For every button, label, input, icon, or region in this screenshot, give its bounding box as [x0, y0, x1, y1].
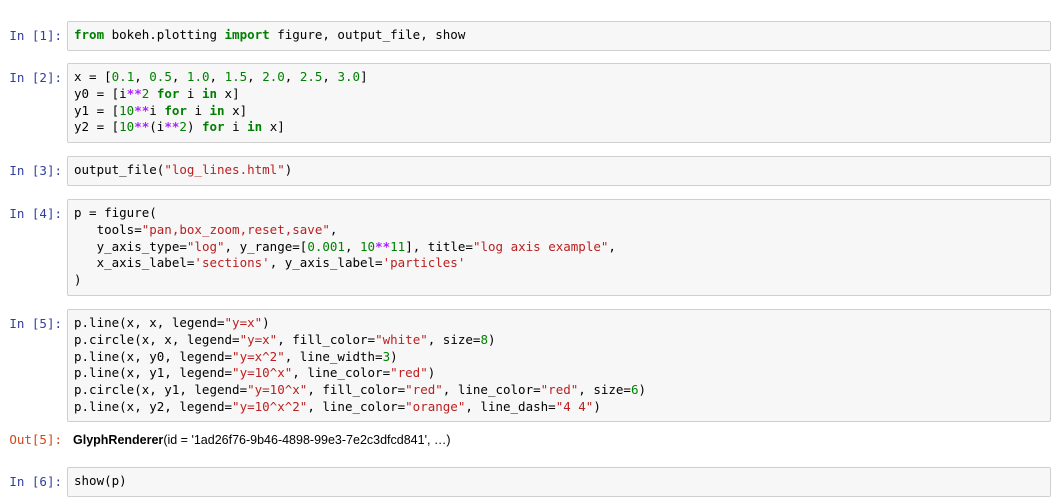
code-editor[interactable]: x = [0.1, 0.5, 1.0, 1.5, 2.0, 2.5, 3.0] y…: [67, 63, 1051, 143]
code-editor[interactable]: p = figure( tools="pan,box_zoom,reset,sa…: [67, 199, 1051, 296]
output-text: GlyphRenderer(id = '1ad26f76-9b46-4898-9…: [73, 432, 451, 449]
code-line: x_axis_label='sections', y_axis_label='p…: [74, 255, 466, 271]
code-line: y2 = [10**(i**2) for i in x]: [74, 119, 285, 135]
code-line: p = figure(: [74, 205, 157, 220]
input-prompt: In [6]:: [9, 474, 62, 489]
code-line: p.line(x, y0, legend="y=x^2", line_width…: [74, 348, 398, 364]
code-line: p.circle(x, y1, legend="y=10^x", fill_co…: [74, 382, 647, 398]
code-line: y_axis_type="log", y_range=[0.001, 10**1…: [74, 238, 616, 254]
code-line: from bokeh.plotting import figure, outpu…: [74, 27, 466, 42]
code-line: ): [74, 272, 82, 288]
code-line: p.line(x, y2, legend="y=10^x^2", line_co…: [74, 398, 601, 414]
code-line: p.line(x, x, legend="y=x"): [74, 315, 270, 330]
output-repr: (id = '1ad26f76-9b46-4898-99e3-7e2c3dfcd…: [163, 433, 451, 447]
code-line: x = [0.1, 0.5, 1.0, 1.5, 2.0, 2.5, 3.0]: [74, 69, 368, 84]
output-prompt: Out[5]:: [9, 432, 62, 447]
code-line: tools="pan,box_zoom,reset,save",: [74, 221, 338, 237]
code-line: p.line(x, y1, legend="y=10^x", line_colo…: [74, 365, 436, 381]
code-editor[interactable]: output_file("log_lines.html"): [67, 156, 1051, 186]
input-prompt: In [2]:: [9, 70, 62, 85]
code-line: p.circle(x, x, legend="y=x", fill_color=…: [74, 331, 496, 347]
code-editor[interactable]: from bokeh.plotting import figure, outpu…: [67, 21, 1051, 51]
code-line: y1 = [10**i for i in x]: [74, 102, 248, 118]
code-line: output_file("log_lines.html"): [74, 162, 293, 177]
input-prompt: In [3]:: [9, 163, 62, 178]
code-editor[interactable]: show(p): [67, 467, 1051, 497]
code-editor[interactable]: p.line(x, x, legend="y=x") p.circle(x, x,…: [67, 309, 1051, 422]
output-class-name: GlyphRenderer: [73, 433, 164, 447]
input-prompt: In [1]:: [9, 28, 62, 43]
input-prompt: In [5]:: [9, 316, 62, 331]
input-prompt: In [4]:: [9, 206, 62, 221]
code-line: y0 = [i**2 for i in x]: [74, 85, 240, 101]
code-line: show(p): [74, 473, 127, 488]
